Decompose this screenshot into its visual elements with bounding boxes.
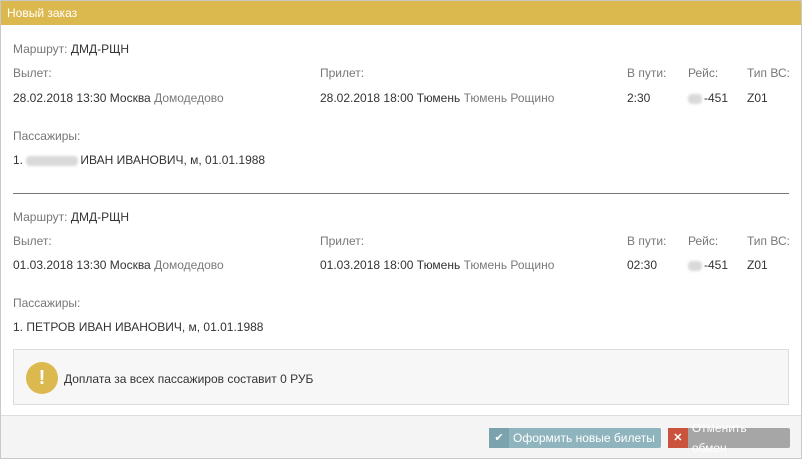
redacted-airline-code	[688, 93, 702, 104]
departure-airport: Домодедово	[154, 91, 224, 105]
arrival-info: 28.02.2018 18:00 Тюмень Тюмень Рощино	[320, 91, 554, 105]
arrival-airport: Тюмень Рощино	[463, 91, 555, 105]
passengers-label: Пассажиры:	[13, 129, 81, 143]
route-value: ДМД-РЩН	[70, 42, 129, 56]
issue-new-tickets-label: Оформить новые билеты	[513, 431, 655, 445]
in-transit-label: В пути:	[627, 234, 667, 248]
passenger-text: ИВАН ИВАНОВИЧ, м, 01.01.1988	[80, 153, 266, 167]
route-row: Маршрут: ДМД-РЩН	[13, 42, 129, 56]
route-label: Маршрут:	[13, 210, 68, 224]
flight-label: Рейс:	[688, 66, 719, 80]
flight-number-value: -451	[704, 91, 729, 105]
arrival-airport: Тюмень Рощино	[463, 258, 555, 272]
aircraft-type-label: Тип ВС:	[747, 66, 790, 80]
arrival-datetime: 28.02.2018 18:00	[320, 91, 414, 105]
passenger-index: 1.	[13, 153, 24, 167]
departure-city: Москва	[109, 91, 151, 105]
flight-label: Рейс:	[688, 234, 719, 248]
departure-label: Вылет:	[13, 234, 52, 248]
aircraft-value: Z01	[747, 258, 768, 272]
departure-info: 01.03.2018 13:30 Москва Домодедово	[13, 258, 224, 272]
close-icon: ✕	[668, 428, 688, 448]
cancel-exchange-button[interactable]: ✕ Отменить обмен	[668, 421, 790, 455]
duration-value: 02:30	[627, 258, 658, 272]
departure-info: 28.02.2018 13:30 Москва Домодедово	[13, 91, 224, 105]
surcharge-notice: ! Доплата за всех пассажиров составит 0 …	[13, 349, 789, 405]
route-label: Маршрут:	[13, 42, 68, 56]
redacted-surname	[26, 155, 79, 166]
cancel-exchange-label: Отменить обмен	[691, 421, 747, 455]
arrival-label: Прилет:	[320, 66, 365, 80]
dialog-title: Новый заказ	[1, 1, 801, 25]
passenger-text: ПЕТРОВ ИВАН ИВАНОВИЧ, м, 01.01.1988	[26, 320, 264, 334]
arrival-city: Тюмень	[416, 91, 461, 105]
departure-datetime: 01.03.2018 13:30	[13, 258, 107, 272]
issue-new-tickets-button[interactable]: ✔ Оформить новые билеты	[489, 428, 661, 448]
passengers-label: Пассажиры:	[13, 296, 81, 310]
check-icon: ✔	[489, 428, 509, 448]
exclamation-icon: !	[26, 362, 58, 394]
route-value: ДМД-РЩН	[70, 210, 129, 224]
aircraft-value: Z01	[747, 91, 768, 105]
arrival-label: Прилет:	[320, 234, 365, 248]
arrival-city: Тюмень	[416, 258, 461, 272]
passenger-index: 1.	[13, 320, 24, 334]
departure-datetime: 28.02.2018 13:30	[13, 91, 107, 105]
arrival-info: 01.03.2018 18:00 Тюмень Тюмень Рощино	[320, 258, 554, 272]
flight-number: -451	[688, 91, 728, 105]
departure-label: Вылет:	[13, 66, 52, 80]
arrival-datetime: 01.03.2018 18:00	[320, 258, 414, 272]
notice-text: Доплата за всех пассажиров составит 0 РУ…	[64, 372, 314, 386]
passenger-item: 1. ПЕТРОВ ИВАН ИВАНОВИЧ, м, 01.01.1988	[13, 320, 263, 334]
aircraft-type-label: Тип ВС:	[747, 234, 790, 248]
duration-value: 2:30	[627, 91, 651, 105]
departure-airport: Домодедово	[154, 258, 224, 272]
redacted-airline-code	[688, 260, 702, 271]
flight-number-value: -451	[704, 258, 729, 272]
route-row: Маршрут: ДМД-РЩН	[13, 210, 129, 224]
departure-city: Москва	[109, 258, 151, 272]
passenger-item: 1. ИВАН ИВАНОВИЧ, м, 01.01.1988	[13, 153, 265, 167]
dialog-footer: ✔ Оформить новые билеты ✕ Отменить обмен	[1, 415, 801, 458]
segment-divider	[13, 193, 789, 194]
flight-number: -451	[688, 258, 728, 272]
new-order-dialog: Новый заказ Маршрут: ДМД-РЩН Вылет: Прил…	[0, 0, 802, 459]
in-transit-label: В пути:	[627, 66, 667, 80]
